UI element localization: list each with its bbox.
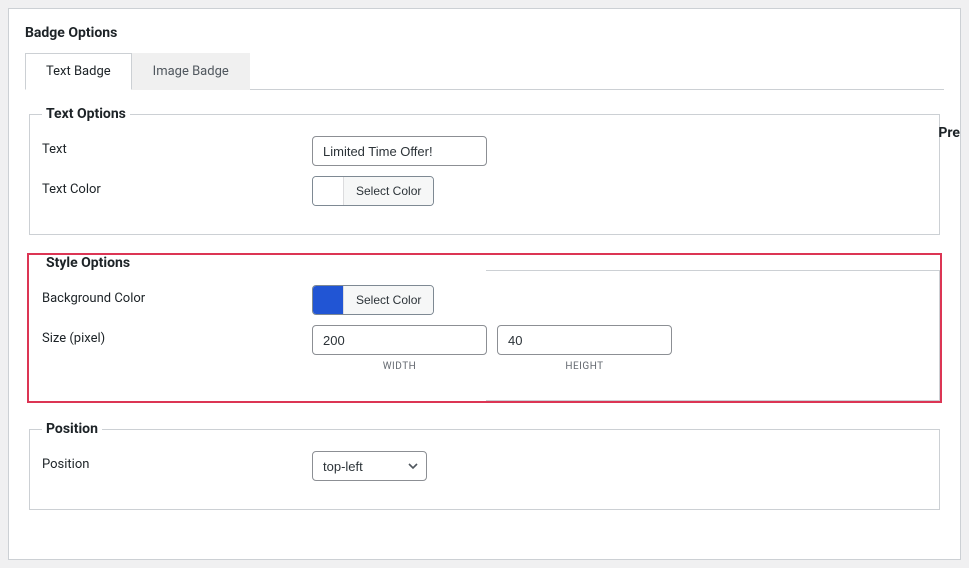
tab-text-badge[interactable]: Text Badge [25, 53, 132, 90]
position-row: Position top-left [42, 451, 927, 481]
panel-title: Badge Options [25, 25, 944, 41]
position-select-wrap: top-left [312, 451, 427, 481]
size-label: Size (pixel) [42, 325, 312, 346]
text-options-fieldset: Text Options Text Text Color Select Colo… [29, 106, 940, 235]
text-row: Text [42, 136, 927, 166]
text-control [312, 136, 487, 166]
style-options-fieldset: Style Options Background Color Select Co… [29, 255, 940, 401]
height-sublabel: HEIGHT [565, 361, 603, 372]
text-input[interactable] [312, 136, 487, 166]
width-sublabel: WIDTH [383, 361, 417, 372]
text-color-swatch [313, 177, 343, 205]
bg-color-control: Select Color [312, 285, 434, 315]
height-input[interactable] [497, 325, 672, 355]
bg-color-swatch [313, 286, 343, 314]
text-color-select-button[interactable]: Select Color [343, 177, 433, 205]
text-label: Text [42, 136, 312, 157]
tab-content: Text Options Text Text Color Select Colo… [9, 90, 960, 546]
width-group: WIDTH [312, 325, 487, 372]
position-legend: Position [42, 421, 102, 437]
width-input[interactable] [312, 325, 487, 355]
position-select[interactable]: top-left [312, 451, 427, 481]
bg-color-row: Background Color Select Color [42, 285, 927, 315]
badge-options-panel: Badge Options Text Badge Image Badge Tex… [8, 8, 961, 560]
text-color-picker[interactable]: Select Color [312, 176, 434, 206]
bg-color-select-button[interactable]: Select Color [343, 286, 433, 314]
text-color-row: Text Color Select Color [42, 176, 927, 206]
style-options-legend: Style Options [42, 255, 134, 271]
size-row: Size (pixel) WIDTH HEIGHT [42, 325, 927, 372]
text-color-control: Select Color [312, 176, 434, 206]
text-color-label: Text Color [42, 176, 312, 197]
preview-label: Pre [938, 125, 960, 141]
height-group: HEIGHT [497, 325, 672, 372]
text-options-legend: Text Options [42, 106, 130, 122]
position-fieldset: Position Position top-left [29, 421, 940, 510]
bg-color-label: Background Color [42, 285, 312, 306]
panel-header: Badge Options [9, 9, 960, 53]
position-control: top-left [312, 451, 427, 481]
tabs: Text Badge Image Badge [25, 53, 944, 90]
tab-image-badge[interactable]: Image Badge [132, 53, 250, 90]
bg-color-picker[interactable]: Select Color [312, 285, 434, 315]
size-inputs: WIDTH HEIGHT [312, 325, 672, 372]
size-control: WIDTH HEIGHT [312, 325, 672, 372]
position-label: Position [42, 451, 312, 472]
